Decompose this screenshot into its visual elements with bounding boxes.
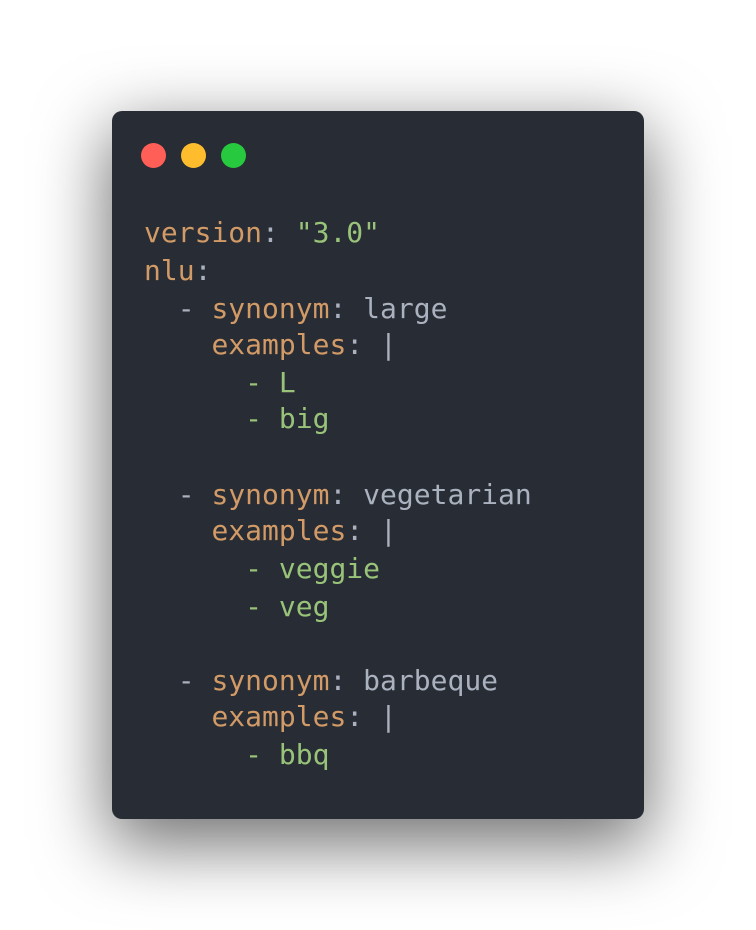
- code-block: version: "3.0" nlu: - synonym: large exa…: [144, 111, 532, 903]
- yaml-example-item: - L: [245, 366, 296, 399]
- yaml-block-indicator: : |: [346, 514, 397, 547]
- yaml-key: examples: [211, 328, 347, 361]
- yaml-dash: -: [177, 664, 212, 697]
- code-line-example-item: - L: [144, 364, 296, 402]
- yaml-colon: :: [329, 478, 364, 511]
- yaml-key: synonym: [211, 478, 330, 511]
- code-line-example-item: - bbq: [144, 736, 329, 774]
- code-line-examples: examples: |: [144, 512, 397, 550]
- yaml-plain-value: barbeque: [363, 664, 499, 697]
- yaml-key: nlu: [144, 254, 195, 287]
- yaml-colon: :: [194, 254, 212, 287]
- yaml-example-item: - bbq: [245, 738, 330, 771]
- yaml-example-item: - big: [245, 402, 330, 435]
- code-line-example-item: - veg: [144, 588, 329, 626]
- yaml-colon: :: [329, 664, 364, 697]
- yaml-plain-value: large: [363, 292, 448, 325]
- yaml-colon: :: [329, 292, 364, 325]
- yaml-plain-value: vegetarian: [363, 478, 532, 511]
- code-line-examples: examples: |: [144, 326, 397, 364]
- yaml-colon: :: [262, 216, 296, 249]
- code-line-example-item: - veggie: [144, 550, 380, 588]
- code-line-version: version: "3.0": [144, 214, 380, 252]
- yaml-block-indicator: : |: [346, 328, 397, 361]
- yaml-key: examples: [211, 700, 347, 733]
- code-window: version: "3.0" nlu: - synonym: large exa…: [112, 111, 644, 819]
- yaml-dash: -: [177, 292, 212, 325]
- yaml-key: synonym: [211, 664, 330, 697]
- code-line-nlu: nlu:: [144, 252, 211, 290]
- yaml-example-item: - veg: [245, 590, 330, 623]
- yaml-key: examples: [211, 514, 347, 547]
- code-line-synonym: - synonym: large: [144, 290, 448, 328]
- page-background: version: "3.0" nlu: - synonym: large exa…: [0, 0, 756, 930]
- yaml-example-item: - veggie: [245, 552, 381, 585]
- code-line-example-item: - big: [144, 400, 329, 438]
- yaml-block-indicator: : |: [346, 700, 397, 733]
- yaml-dash: -: [177, 478, 212, 511]
- yaml-string-value: "3.0": [295, 216, 381, 249]
- code-line-synonym: - synonym: barbeque: [144, 662, 498, 700]
- yaml-key: synonym: [211, 292, 330, 325]
- code-line-synonym: - synonym: vegetarian: [144, 476, 532, 514]
- yaml-key: version: [144, 216, 263, 249]
- code-line-examples: examples: |: [144, 698, 397, 736]
